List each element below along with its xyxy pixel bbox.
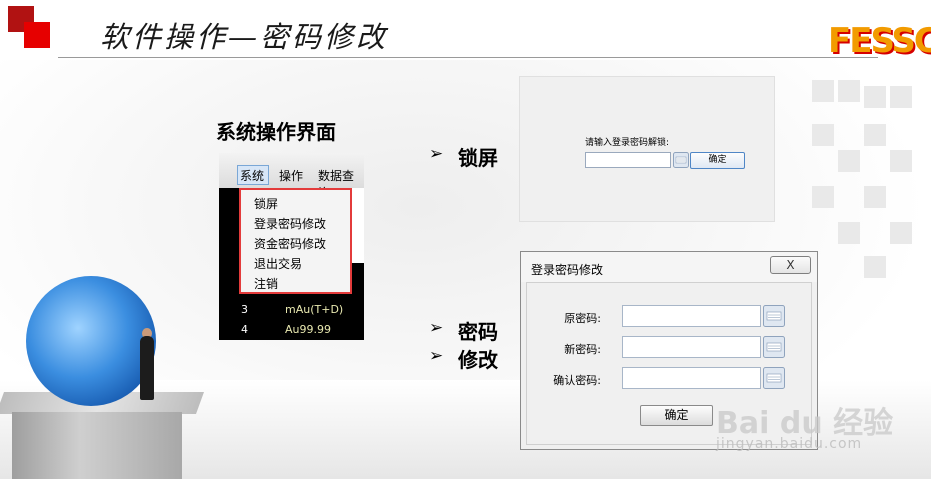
confirm-password-input[interactable] [622, 367, 761, 389]
new-password-label: 新密码: [564, 343, 601, 356]
background-tile [864, 186, 886, 208]
header-divider [58, 57, 878, 58]
unlock-password-input[interactable] [585, 152, 671, 168]
unlock-confirm-button[interactable]: 确定 [690, 152, 745, 169]
background-tile [890, 86, 912, 108]
arrow-bullet-icon: ➢ [429, 318, 444, 338]
confirm-button[interactable]: 确定 [640, 405, 713, 426]
background-tile [838, 222, 860, 244]
table-row[interactable]: 3 mAu(T+D) [219, 300, 364, 320]
panel-background [352, 188, 364, 263]
background-tile [812, 80, 834, 102]
menubar: 系统 操作 数据查询 [219, 153, 364, 200]
businessman-figure [140, 336, 154, 400]
lock-screen-panel: 请输入登录密码解锁: 确定 [519, 76, 775, 222]
bullet-lock-screen: 锁屏 [458, 146, 498, 170]
slide-title: 软件操作—密码修改 [100, 20, 389, 54]
confirm-password-label: 确认密码: [553, 374, 601, 387]
bullet-password: 密码 [458, 320, 498, 344]
background-tile [890, 222, 912, 244]
old-password-input[interactable] [622, 305, 761, 327]
table-row[interactable]: 4 Au99.99 [219, 320, 364, 340]
background-tile [838, 150, 860, 172]
pedestal [12, 412, 182, 479]
section-heading: 系统操作界面 [216, 120, 336, 144]
new-password-input[interactable] [622, 336, 761, 358]
menu-system[interactable]: 系统 [240, 167, 264, 184]
row-number: 4 [241, 323, 248, 336]
background-tile [864, 256, 886, 278]
lock-prompt: 请输入登录密码解锁: [585, 138, 670, 148]
system-operation-screenshot: 系统 操作 数据查询 锁屏 登录密码修改 资金密码修改 退出交易 注销 3 mA… [219, 153, 364, 340]
menu-item-fund-password[interactable]: 资金密码修改 [254, 235, 326, 252]
background-tile [838, 80, 860, 102]
keyboard-icon[interactable] [673, 152, 689, 168]
menu-item-logout[interactable]: 注销 [254, 275, 278, 292]
bullet-modify: 修改 [458, 348, 498, 372]
row-contract: mAu(T+D) [285, 303, 344, 316]
globe-illustration [26, 276, 156, 406]
background-tile [864, 86, 886, 108]
arrow-bullet-icon: ➢ [429, 346, 444, 366]
arrow-bullet-icon: ➢ [429, 144, 444, 164]
system-dropdown-menu: 锁屏 登录密码修改 资金密码修改 退出交易 注销 [239, 188, 352, 294]
row-contract: Au99.99 [285, 323, 331, 336]
menu-item-login-password[interactable]: 登录密码修改 [254, 215, 326, 232]
menu-item-exit-trading[interactable]: 退出交易 [254, 255, 302, 272]
brand-logo: FESSC [828, 21, 931, 61]
background-tile [812, 124, 834, 146]
close-button[interactable]: X [770, 256, 811, 274]
old-password-label: 原密码: [564, 312, 601, 325]
watermark-url: jingyan.baidu.com [716, 436, 863, 452]
row-number: 3 [241, 303, 248, 316]
background-tile [812, 186, 834, 208]
background-tile [890, 150, 912, 172]
menu-item-lock-screen[interactable]: 锁屏 [254, 195, 278, 212]
keyboard-icon[interactable] [763, 336, 785, 358]
dialog-titlebar: 登录密码修改 X [521, 252, 817, 282]
keyboard-icon[interactable] [763, 367, 785, 389]
logo-square-red [24, 22, 50, 48]
dialog-title: 登录密码修改 [531, 263, 604, 277]
keyboard-icon[interactable] [763, 305, 785, 327]
menu-operation[interactable]: 操作 [279, 167, 303, 184]
background-tile [864, 124, 886, 146]
